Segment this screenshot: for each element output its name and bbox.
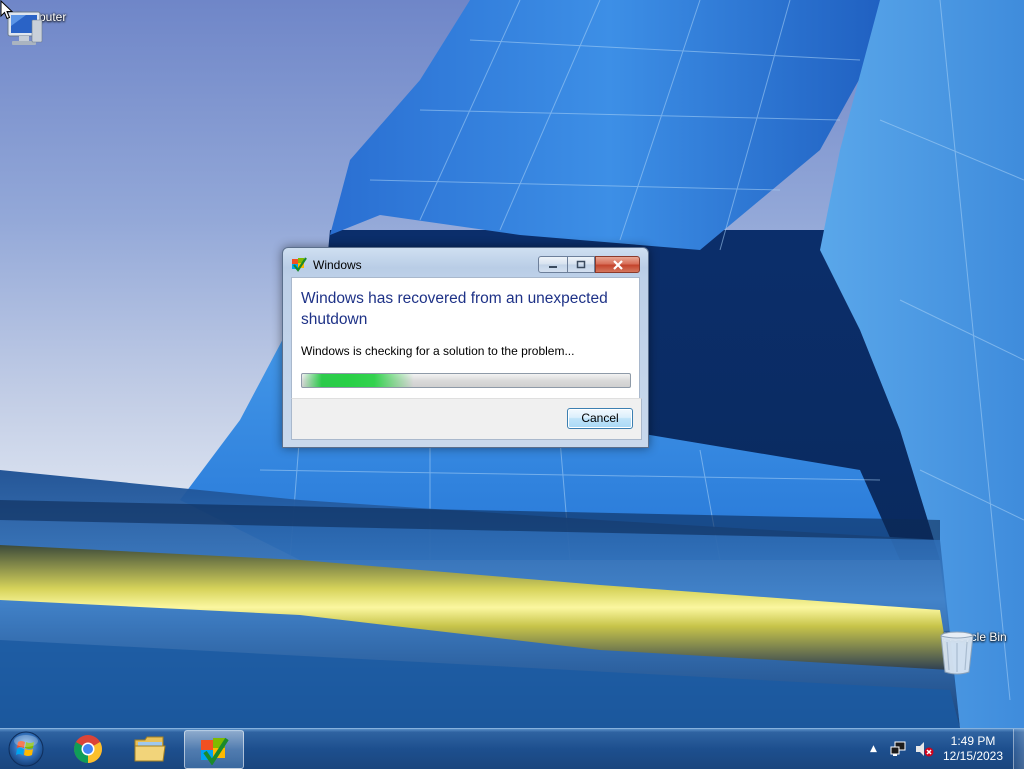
show-desktop-button[interactable] <box>1013 729 1024 769</box>
status-text: Windows is checking for a solution to th… <box>301 344 575 358</box>
taskbar-problem-reporting[interactable] <box>184 730 244 769</box>
taskbar-chrome[interactable] <box>59 730 117 767</box>
taskbar: ▲ 1:49 PM 12/15/2023 <box>0 728 1024 769</box>
close-button[interactable] <box>595 256 640 273</box>
dialog-title: Windows <box>313 258 362 272</box>
minimize-icon <box>549 265 557 268</box>
clock[interactable]: 1:49 PM 12/15/2023 <box>938 734 1008 764</box>
show-hidden-icons-icon[interactable]: ▲ <box>870 744 877 754</box>
windows-check-icon <box>292 257 307 272</box>
clock-date: 12/15/2023 <box>942 749 1004 763</box>
minimize-button[interactable] <box>538 256 568 273</box>
folder-icon <box>134 736 166 761</box>
chrome-icon <box>74 734 102 763</box>
dialog-content: Windows has recovered from an unexpected… <box>291 277 640 399</box>
windows-check-icon <box>201 737 229 765</box>
progress-bar <box>301 373 631 388</box>
clock-time: 1:49 PM <box>950 734 996 748</box>
progress-marquee <box>302 374 630 387</box>
caption-buttons <box>538 256 640 273</box>
recovery-dialog: Windows Windows has recovered from an un… <box>282 247 649 448</box>
cancel-button[interactable]: Cancel <box>567 408 633 429</box>
network-icon[interactable] <box>890 741 908 757</box>
main-instruction: Windows has recovered from an unexpected… <box>301 290 608 328</box>
start-button[interactable] <box>4 730 48 768</box>
volume-muted-icon[interactable] <box>914 741 934 757</box>
windows-logo-icon <box>8 731 44 767</box>
system-tray: ▲ 1:49 PM 12/15/2023 <box>866 729 1024 769</box>
desktop-icon-recycle-bin[interactable]: Recycle Bin <box>937 630 1013 675</box>
close-icon <box>612 259 623 270</box>
dialog-footer: Cancel <box>291 398 642 440</box>
recycle-bin-icon <box>940 631 974 675</box>
maximize-button[interactable] <box>568 256 595 273</box>
taskbar-explorer[interactable] <box>121 730 179 767</box>
mouse-cursor-icon <box>0 0 14 20</box>
maximize-icon <box>576 260 586 269</box>
dialog-titlebar[interactable]: Windows <box>283 248 648 276</box>
